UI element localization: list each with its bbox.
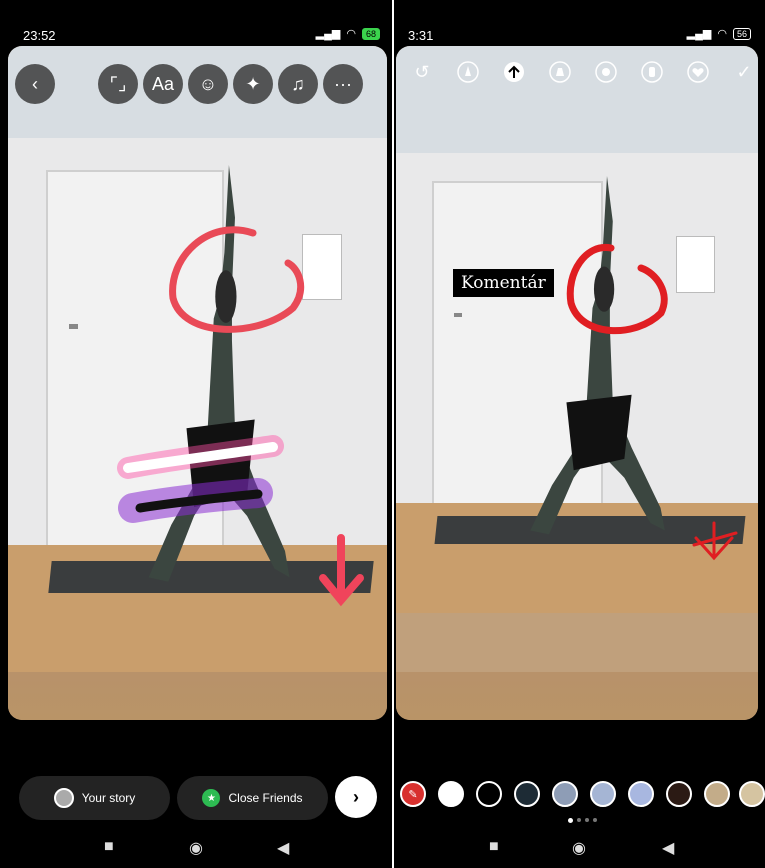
color-swatch[interactable] <box>666 781 692 807</box>
story-photo <box>396 153 758 613</box>
editor-toolbar: ⌜⌟ Aa ☺ ✦ ♫ ··· <box>98 64 363 104</box>
story-photo <box>8 138 387 673</box>
heart-brush-icon[interactable] <box>684 58 712 86</box>
close-friends-button[interactable]: ★ Close Friends <box>177 776 328 820</box>
color-palette: ✎ <box>394 779 765 811</box>
recent-apps-icon[interactable]: ■ <box>489 838 499 856</box>
effects-button[interactable]: ✦ <box>233 64 273 104</box>
color-swatch[interactable] <box>704 781 730 807</box>
battery-indicator: 56 <box>732 27 751 40</box>
draw-toolbar: ↺ ✓ <box>394 58 765 88</box>
canvas-bottom-area <box>8 672 387 720</box>
crop-button[interactable]: ⌜⌟ <box>98 64 138 104</box>
signal-icon: ▂▄▆ <box>315 28 341 40</box>
canvas-bottom-area <box>396 672 758 720</box>
story-canvas[interactable]: Komentár <box>396 46 758 720</box>
undo-button[interactable]: ↺ <box>408 58 436 86</box>
drawing-layer <box>117 226 364 607</box>
nav-bar: ■ ◉ ◀ <box>0 838 394 862</box>
color-swatch[interactable] <box>476 781 502 807</box>
text-button[interactable]: Aa <box>143 64 183 104</box>
your-story-button[interactable]: Your story <box>19 776 170 820</box>
next-button[interactable]: › <box>335 776 377 818</box>
done-button[interactable]: ✓ <box>730 58 758 86</box>
close-friends-label: Close Friends <box>228 791 303 805</box>
share-bar: Your story ★ Close Friends › <box>0 776 394 820</box>
status-icons: ▂▄▆ ◠ 56 <box>687 27 751 40</box>
story-canvas[interactable] <box>8 46 387 720</box>
story-editor-screen: 23:52 ▂▄▆ ◠ 68 ‹ ⌜⌟ Aa ☺ ✦ ♫ ··· Your st… <box>0 0 394 868</box>
color-swatch[interactable] <box>739 781 765 807</box>
page-dot <box>577 818 581 822</box>
recent-apps-icon[interactable]: ■ <box>104 838 114 856</box>
battery-indicator: 68 <box>361 27 380 40</box>
wifi-icon: ◠ <box>346 28 356 40</box>
home-icon[interactable]: ◉ <box>572 838 586 858</box>
nav-back-icon[interactable]: ◀ <box>277 838 289 858</box>
status-time: 23:52 <box>23 28 56 43</box>
eraser-tool-icon[interactable] <box>638 58 666 86</box>
marker-tool-icon[interactable] <box>546 58 574 86</box>
page-dot <box>568 818 573 823</box>
color-swatch[interactable] <box>628 781 654 807</box>
comment-text[interactable]: Komentár <box>453 269 554 297</box>
status-bar: 3:31 ▂▄▆ ◠ 56 <box>394 0 765 43</box>
color-swatch[interactable] <box>438 781 464 807</box>
color-swatch[interactable] <box>590 781 616 807</box>
drawing-layer <box>566 244 738 561</box>
page-dot <box>593 818 597 822</box>
neon-tool-icon[interactable] <box>592 58 620 86</box>
color-swatch[interactable] <box>514 781 540 807</box>
pen-tool-icon[interactable] <box>454 58 482 86</box>
back-area: ‹ <box>15 64 55 104</box>
nav-bar: ■ ◉ ◀ <box>394 838 765 862</box>
eyedropper-icon: ✎ <box>408 788 418 801</box>
signal-icon: ▂▄▆ <box>686 28 712 40</box>
draw-mode-screen: 3:31 ▂▄▆ ◠ 56 Komentár ↺ ✓ ✎ ■ ◉ ◀ <box>394 0 765 868</box>
palette-page-dots <box>568 818 597 823</box>
music-button[interactable]: ♫ <box>278 64 318 104</box>
wifi-icon: ◠ <box>717 28 727 40</box>
eyedropper-swatch[interactable]: ✎ <box>400 781 426 807</box>
home-icon[interactable]: ◉ <box>189 838 203 858</box>
avatar-icon <box>53 788 74 808</box>
back-button[interactable]: ‹ <box>15 64 55 104</box>
your-story-label: Your story <box>81 791 136 805</box>
more-button[interactable]: ··· <box>323 64 363 104</box>
status-bar: 23:52 ▂▄▆ ◠ 68 <box>0 0 394 43</box>
nav-back-icon[interactable]: ◀ <box>662 838 674 858</box>
status-icons: ▂▄▆ ◠ 68 <box>316 27 380 40</box>
page-dot <box>585 818 589 822</box>
color-swatch[interactable] <box>552 781 578 807</box>
arrow-tool-icon[interactable] <box>500 58 528 86</box>
status-time: 3:31 <box>408 28 434 43</box>
star-icon: ★ <box>202 789 221 807</box>
sticker-button[interactable]: ☺ <box>188 64 228 104</box>
